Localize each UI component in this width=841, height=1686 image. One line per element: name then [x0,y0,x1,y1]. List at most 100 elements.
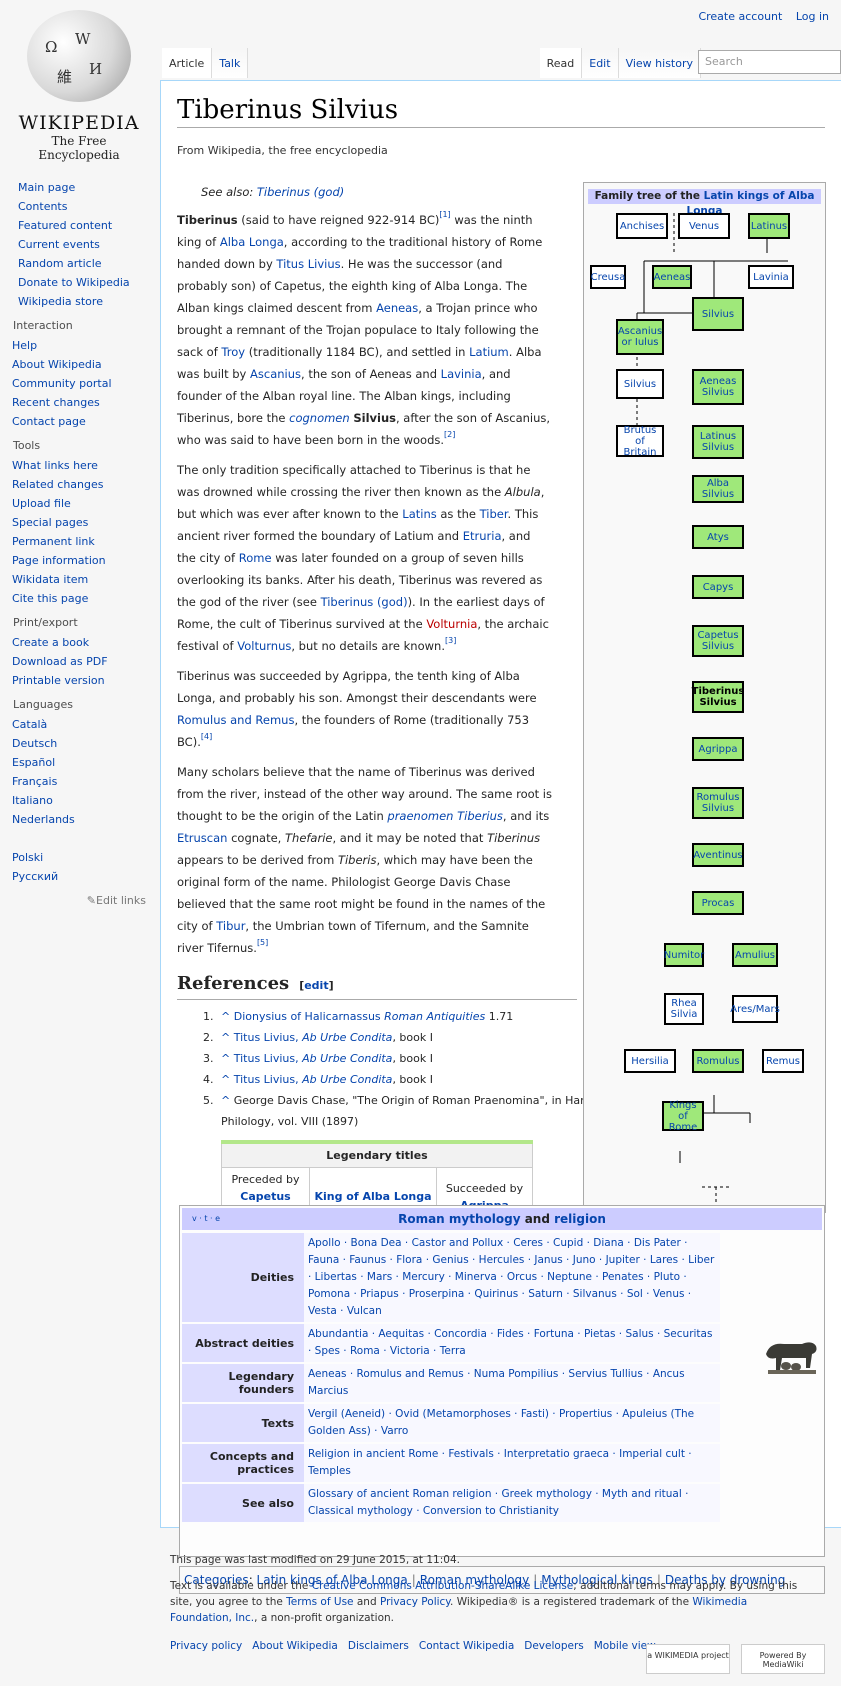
sidebar-main-link[interactable]: Current events [18,238,100,251]
footer-link[interactable]: Disclaimers [348,1640,409,1652]
tree-node-ares[interactable]: Ares/Mars [730,995,780,1023]
navbox-list[interactable]: Religion in ancient Rome · Festivals · I… [304,1444,720,1482]
edit-links[interactable]: ✎Edit links [0,894,158,907]
tree-node-alba[interactable]: Alba Silvius [692,475,744,503]
privacy-link[interactable]: Privacy Policy [380,1596,450,1608]
footer-link[interactable]: About Wikipedia [252,1640,338,1652]
tree-node-brutus[interactable]: Brutus of Britain [616,425,664,458]
reference-caret[interactable]: ^ [221,1052,234,1065]
sidebar-tools-link[interactable]: Cite this page [12,592,88,605]
sidebar-tools-link[interactable]: Related changes [12,478,104,491]
sidebar-language-link[interactable]: Català [12,718,47,731]
tab-talk[interactable]: Talk [212,48,249,78]
sidebar-language-link[interactable]: Deutsch [12,737,57,750]
tree-node-creusa[interactable]: Creusa [590,265,626,289]
sidebar-language-link[interactable]: Polski [12,851,43,864]
navbox-vte-links[interactable]: v · t · e [192,1208,220,1230]
tree-node-aeneas_s[interactable]: Aeneas Silvius [692,369,744,405]
tab-view-history[interactable]: View history [618,48,701,78]
sidebar-print-link[interactable]: Printable version [12,674,105,687]
tree-node-romulus_s[interactable]: Romulus Silvius [692,787,744,819]
tree-node-latinus[interactable]: Latinus [748,213,790,239]
tab-edit[interactable]: Edit [582,48,619,78]
tab-read[interactable]: Read [539,48,583,78]
tree-node-venus[interactable]: Venus [678,213,730,239]
tree-node-tiberinus[interactable]: Tiberinus Silvius [692,681,744,713]
search-input[interactable]: Search [698,50,841,74]
sidebar-language-link[interactable]: Español [12,756,55,769]
reference-link[interactable]: Titus Livius, [234,1073,302,1086]
tree-node-lavinia[interactable]: Lavinia [748,265,794,289]
sidebar-print-link[interactable]: Download as PDF [12,655,108,668]
mediawiki-badge[interactable]: Powered By MediaWiki [741,1644,825,1674]
sidebar-tools-link[interactable]: Upload file [12,497,71,510]
hatnote-link[interactable]: Tiberinus (god) [257,185,344,199]
navbox-title-link-2[interactable]: religion [554,1212,606,1226]
footer-link[interactable]: Contact Wikipedia [419,1640,514,1652]
tree-node-amulius[interactable]: Amulius [732,943,778,967]
sidebar-interaction-link[interactable]: About Wikipedia [12,358,102,371]
create-account-link[interactable]: Create account [698,10,782,23]
tree-node-procas[interactable]: Procas [692,891,744,915]
footer-link[interactable]: Privacy policy [170,1640,242,1652]
tree-node-silvius1[interactable]: Silvius [692,297,744,331]
tree-node-hersilia[interactable]: Hersilia [624,1049,676,1073]
sidebar-tools-link[interactable]: Page information [12,554,106,567]
reference-caret[interactable]: ^ [221,1073,234,1086]
tree-node-capys[interactable]: Capys [692,575,744,599]
sidebar-interaction-link[interactable]: Recent changes [12,396,100,409]
reference-link[interactable]: Dionysius of Halicarnassus [234,1010,381,1023]
tree-node-agrippa[interactable]: Agrippa [692,737,744,761]
reference-title[interactable]: Ab Urbe Condita [302,1031,392,1044]
tree-node-aeneas[interactable]: Aeneas [652,265,692,289]
sidebar-tools-link[interactable]: What links here [12,459,98,472]
license-link[interactable]: Creative Commons Attribution-ShareAlike … [312,1580,574,1592]
sidebar-main-link[interactable]: Contents [18,200,67,213]
navbox-title-link-1[interactable]: Roman mythology [398,1212,520,1226]
sidebar-interaction-link[interactable]: Contact page [12,415,86,428]
tree-node-atys[interactable]: Atys [692,525,744,549]
reference-title[interactable]: Roman Antiquities [381,1010,485,1023]
sidebar-interaction-link[interactable]: Community portal [12,377,112,390]
terms-link[interactable]: Terms of Use [286,1596,353,1608]
sidebar-language-link[interactable]: Русский [12,870,58,883]
tree-node-capetus[interactable]: Capetus Silvius [692,625,744,657]
reference-link[interactable]: Titus Livius, [234,1052,302,1065]
sidebar-tools-link[interactable]: Permanent link [12,535,95,548]
tree-node-latinus_s[interactable]: Latinus Silvius [692,425,744,459]
tree-node-remus[interactable]: Remus [762,1049,804,1073]
office-link[interactable]: King of Alba Longa [314,1190,431,1203]
sidebar-main-link[interactable]: Main page [18,181,75,194]
capitoline-wolf-image[interactable] [762,1332,820,1376]
sidebar-language-link[interactable]: Italiano [12,794,53,807]
tree-node-silvius2[interactable]: Silvius [616,369,664,399]
reference-caret[interactable]: ^ [221,1010,234,1023]
wikimedia-project-badge[interactable]: a WIKIMEDIA project [646,1644,730,1674]
navbox-list[interactable]: Abundantia · Aequitas · Concordia · Fide… [304,1324,720,1362]
tab-article[interactable]: Article [162,48,213,78]
reference-title[interactable]: Ab Urbe Condita [302,1073,392,1086]
footer-link[interactable]: Developers [524,1640,583,1652]
sidebar-main-link[interactable]: Donate to Wikipedia [18,276,130,289]
wikipedia-logo[interactable]: Ω W И 維 WIKIPEDIA The Free Encyclopedia [14,10,144,162]
navbox-list[interactable]: Aeneas · Romulus and Remus · Numa Pompil… [304,1364,720,1402]
tree-node-ascanius[interactable]: Ascanius or Iulus [616,319,664,355]
tree-node-anchises[interactable]: Anchises [616,213,668,239]
navbox-list[interactable]: Apollo · Bona Dea · Castor and Pollux · … [304,1233,720,1322]
sidebar-tools-link[interactable]: Special pages [12,516,88,529]
reference-caret[interactable]: ^ [221,1031,234,1044]
sidebar-language-link[interactable]: Français [12,775,57,788]
tree-node-romulus[interactable]: Romulus [692,1049,744,1073]
sidebar-print-link[interactable]: Create a book [12,636,89,649]
sidebar-main-link[interactable]: Wikipedia store [18,295,103,308]
navbox-list[interactable]: Glossary of ancient Roman religion · Gre… [304,1484,720,1522]
sidebar-language-link[interactable]: Nederlands [12,813,75,826]
log-in-link[interactable]: Log in [796,10,829,23]
reference-link[interactable]: Titus Livius, [234,1031,302,1044]
sidebar-interaction-link[interactable]: Help [12,339,37,352]
navbox-list[interactable]: Vergil (Aeneid) · Ovid (Metamorphoses · … [304,1404,720,1442]
tree-node-kings[interactable]: Kings of Rome [662,1100,704,1133]
references-edit-link[interactable]: edit [304,979,328,992]
tree-node-numitor[interactable]: Numitor [664,943,704,967]
reference-caret[interactable]: ^ [221,1094,234,1107]
